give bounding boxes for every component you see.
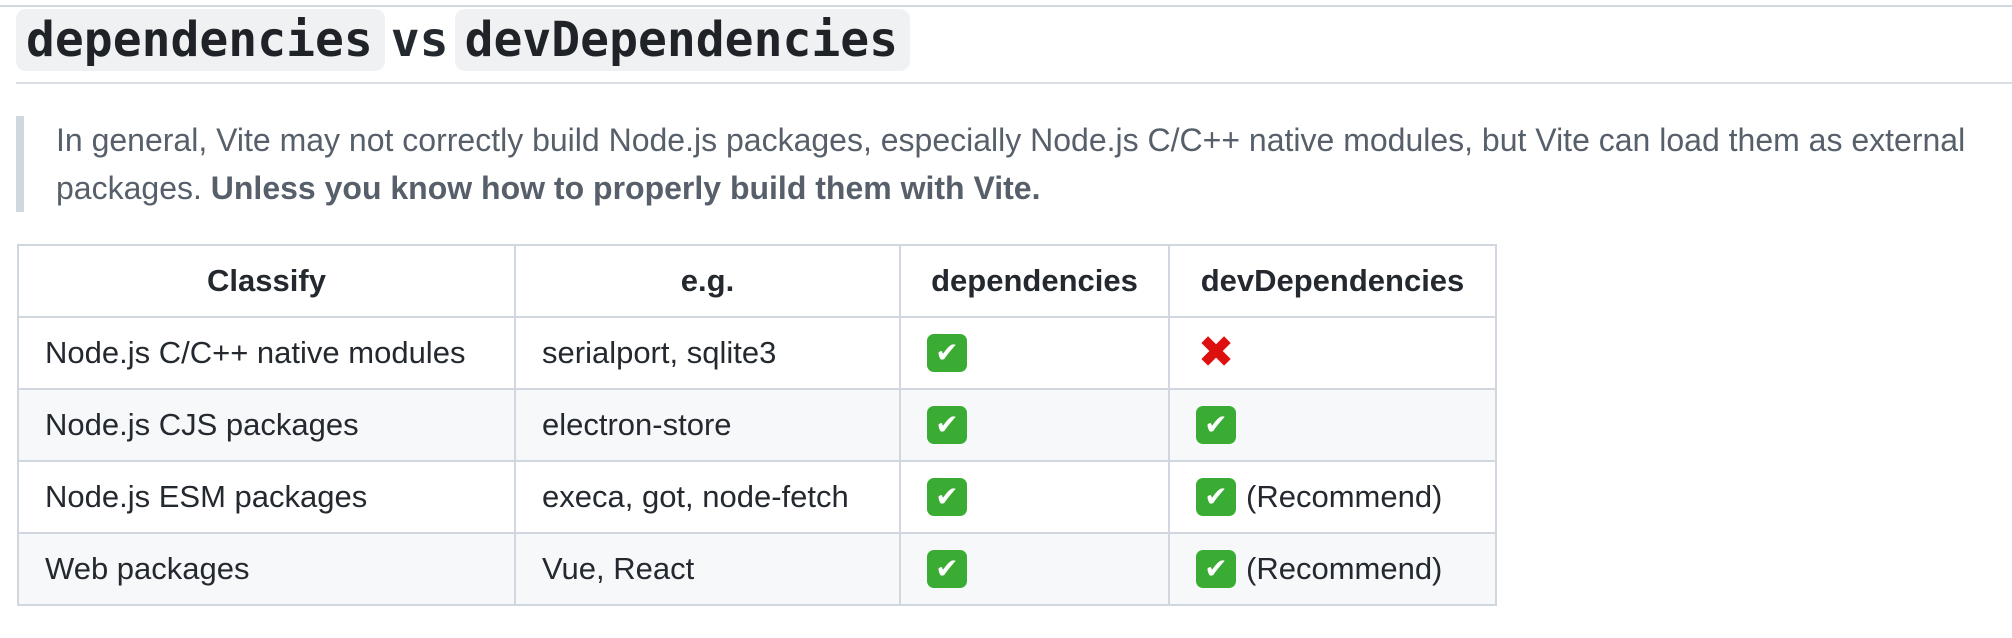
check-icon: ✔ [1196, 406, 1236, 445]
heading-divider [16, 82, 2012, 84]
cell-classify: Node.js C/C++ native modules [17, 316, 516, 390]
cell-classify: Node.js ESM packages [17, 460, 516, 534]
heading-vs: vs [390, 12, 449, 68]
check-icon: ✔ [927, 334, 967, 373]
recommend-note: (Recommend) [1246, 551, 1443, 587]
cell-devdependencies: ✔ (Recommend) [1168, 460, 1497, 534]
cell-dependencies: ✔ [899, 316, 1170, 390]
cell-eg: Vue, React [514, 532, 901, 606]
check-icon: ✔ [927, 478, 967, 517]
cell-devdependencies: ✔ [1168, 388, 1497, 462]
note-blockquote: In general, Vite may not correctly build… [16, 116, 2012, 212]
table-row: Node.js C/C++ native modules serialport,… [17, 316, 1497, 390]
heading-code-devdependencies: devDependencies [454, 9, 911, 71]
check-icon: ✔ [927, 550, 967, 589]
cell-devdependencies: ✔ (Recommend) [1168, 532, 1497, 606]
cell-eg: execa, got, node-fetch [514, 460, 901, 534]
recommend-note: (Recommend) [1246, 479, 1443, 515]
note-bold-text: Unless you know how to properly build th… [210, 170, 1041, 206]
check-icon: ✔ [1196, 550, 1236, 589]
header-devdependencies: devDependencies [1168, 244, 1497, 318]
cell-eg: electron-store [514, 388, 901, 462]
header-eg: e.g. [514, 244, 901, 318]
table-row: Node.js ESM packages execa, got, node-fe… [17, 460, 1497, 534]
check-icon: ✔ [927, 406, 967, 445]
top-divider [0, 5, 2012, 7]
cell-dependencies: ✔ [899, 388, 1170, 462]
cell-devdependencies: ✖ [1168, 316, 1497, 390]
table-row: Web packages Vue, React ✔ ✔ (Recommend) [17, 532, 1497, 606]
cell-classify: Web packages [17, 532, 516, 606]
cell-dependencies: ✔ [899, 532, 1170, 606]
check-icon: ✔ [1196, 478, 1236, 517]
section-heading: dependencies vs devDependencies [16, 9, 911, 71]
cell-eg: serialport, sqlite3 [514, 316, 901, 390]
cell-classify: Node.js CJS packages [17, 388, 516, 462]
heading-code-dependencies: dependencies [16, 9, 385, 71]
cross-icon: ✖ [1197, 327, 1235, 378]
dependencies-table: Classify e.g. dependencies devDependenci… [17, 244, 1497, 606]
header-classify: Classify [17, 244, 516, 318]
table-header-row: Classify e.g. dependencies devDependenci… [17, 244, 1497, 318]
header-dependencies: dependencies [899, 244, 1170, 318]
table-row: Node.js CJS packages electron-store ✔ ✔ [17, 388, 1497, 462]
cell-dependencies: ✔ [899, 460, 1170, 534]
